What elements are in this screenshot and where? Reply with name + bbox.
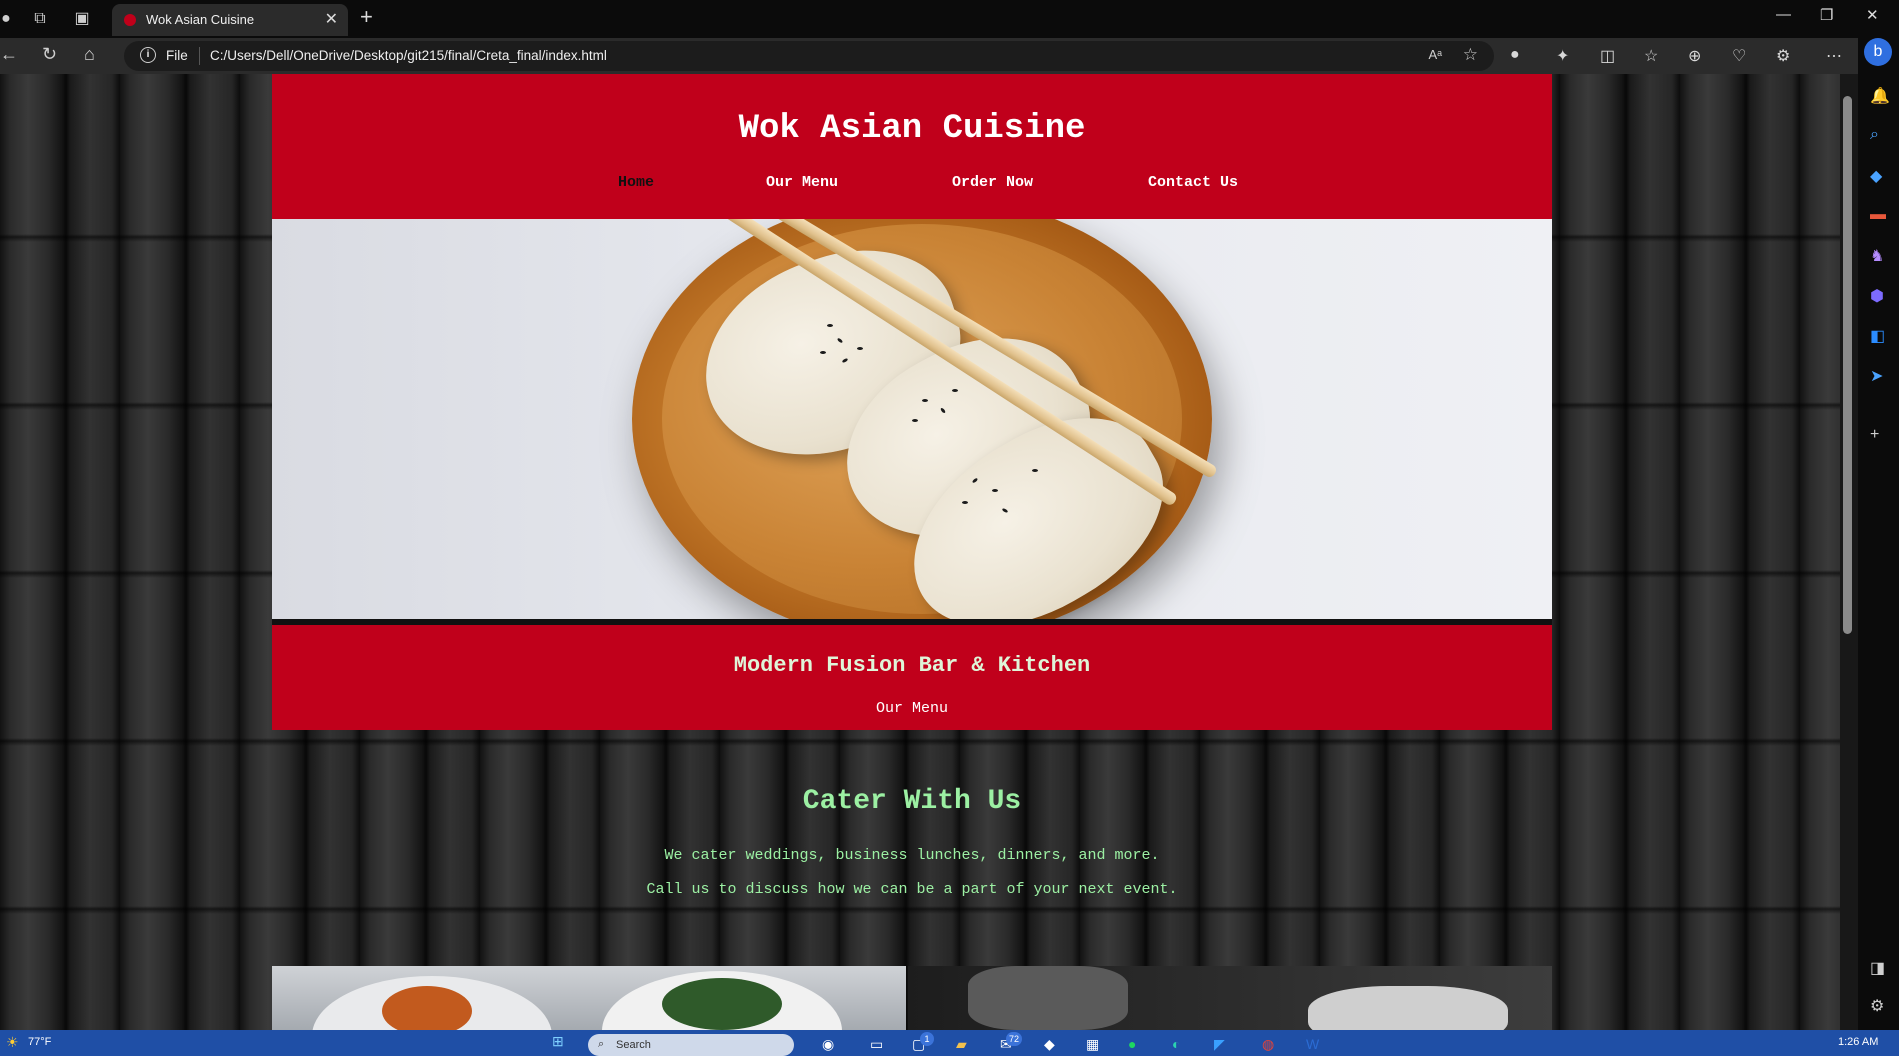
tagline-band: Modern Fusion Bar & Kitchen Our Menu — [272, 625, 1552, 730]
browser-tab-bar: ● ⧉ ▣ Wok Asian Cuisine ✕ + — ❐ ✕ — [0, 0, 1899, 38]
close-window-icon[interactable]: ✕ — [1866, 6, 1879, 24]
spotify-icon[interactable]: ● — [1128, 1036, 1136, 1052]
tools-icon[interactable]: ▬ — [1870, 206, 1886, 224]
nav-contact-us[interactable]: Contact Us — [1148, 174, 1238, 191]
add-sidebar-app-icon[interactable]: + — [1870, 426, 1879, 444]
nav-our-menu[interactable]: Our Menu — [766, 174, 838, 191]
site-title: Wok Asian Cuisine — [738, 110, 1086, 148]
extensions-icon[interactable]: ✦ — [1556, 46, 1569, 66]
browser-essentials-icon[interactable]: ♡ — [1732, 46, 1746, 66]
word-icon[interactable]: W — [1306, 1036, 1319, 1052]
more-options-icon[interactable]: ⋯ — [1826, 46, 1842, 66]
games-icon[interactable]: ♞ — [1870, 246, 1884, 266]
search-icon: ⌕ — [598, 1038, 605, 1050]
microsoft-365-icon[interactable]: ⬢ — [1870, 286, 1884, 306]
mail-badge: 72 — [1006, 1032, 1023, 1046]
nav-order-now[interactable]: Order Now — [952, 174, 1033, 191]
weather-icon[interactable]: ☀ — [6, 1034, 19, 1051]
new-tab-icon[interactable]: + — [360, 4, 373, 30]
address-bar-row: ← ↻ ⌂ i File C:/Users/Dell/OneDrive/Desk… — [0, 38, 1899, 74]
copilot-icon[interactable]: ◉ — [822, 1036, 834, 1053]
back-icon[interactable]: ← — [0, 44, 18, 65]
weather-temp: 77°F — [28, 1036, 52, 1048]
taskbar-search[interactable]: ⌕ Search — [588, 1034, 794, 1056]
edge-icon[interactable]: ◐ — [1172, 1036, 1180, 1052]
info-icon[interactable]: i — [140, 47, 156, 63]
browser-tab[interactable]: Wok Asian Cuisine ✕ — [112, 4, 348, 36]
sidebar-settings-icon[interactable]: ⚙ — [1870, 996, 1884, 1016]
url-field[interactable]: i File C:/Users/Dell/OneDrive/Desktop/gi… — [124, 41, 1494, 71]
profile-icon[interactable]: ● — [0, 7, 18, 31]
food-bowls-photo — [272, 966, 906, 1030]
favorites-icon[interactable]: ☆ — [1644, 46, 1658, 66]
extensions-puzzle-icon[interactable]: ⚙ — [1776, 46, 1790, 66]
bing-copilot-icon[interactable]: b — [1864, 38, 1892, 66]
home-icon[interactable]: ⌂ — [84, 44, 95, 65]
task-view-icon[interactable]: ▭ — [870, 1036, 883, 1053]
file-explorer-icon[interactable]: ▰ — [956, 1036, 967, 1053]
cater-text-2: Call us to discuss how we can be a part … — [646, 881, 1178, 898]
url-text[interactable]: C:/Users/Dell/OneDrive/Desktop/git215/fi… — [210, 48, 607, 63]
restore-icon[interactable]: ❐ — [1820, 6, 1833, 24]
windows-taskbar: ☀ 77°F ⊞ ⌕ Search ◉ ▭ ▢ 1 ▰ ✉ 72 ◆ ▦ ● ◐… — [0, 1030, 1899, 1056]
tab-actions-icon[interactable]: ▣ — [70, 7, 94, 31]
read-aloud-icon[interactable]: Aᵃ — [1428, 47, 1442, 62]
clock: 1:26 AM — [1838, 1036, 1879, 1048]
hide-sidebar-icon[interactable]: ◨ — [1870, 958, 1885, 978]
copilot-dot-icon[interactable]: ● — [1510, 46, 1520, 64]
notification-badge: 1 — [920, 1032, 934, 1046]
site-favicon-icon — [124, 14, 136, 26]
tagline: Modern Fusion Bar & Kitchen — [733, 653, 1091, 678]
close-tab-icon[interactable]: ✕ — [325, 9, 338, 29]
page-viewport: Wok Asian Cuisine Home Our Menu Order No… — [0, 74, 1840, 1030]
favorite-star-icon[interactable]: ☆ — [1463, 45, 1478, 65]
hero-image-dumplings — [272, 219, 1552, 619]
outlook-icon[interactable]: ◧ — [1870, 326, 1885, 346]
cater-heading: Cater With Us — [802, 786, 1022, 817]
drop-icon[interactable]: ➤ — [1870, 366, 1883, 386]
store-icon[interactable]: ▦ — [1086, 1036, 1099, 1053]
split-screen-icon[interactable]: ◫ — [1600, 46, 1615, 66]
url-scheme-label: File — [166, 48, 188, 63]
cater-text-1: We cater weddings, business lunches, din… — [664, 847, 1160, 864]
tab-title: Wok Asian Cuisine — [146, 12, 255, 27]
collections-icon[interactable]: ⊕ — [1688, 46, 1701, 66]
photo-row — [272, 966, 1552, 1030]
start-windows-icon[interactable]: ⊞ — [552, 1033, 564, 1050]
site-header: Wok Asian Cuisine Home Our Menu Order No… — [272, 74, 1552, 219]
visual-studio-icon[interactable]: ◆ — [1044, 1036, 1055, 1053]
scrollbar-thumb[interactable] — [1843, 96, 1852, 634]
site-container: Wok Asian Cuisine Home Our Menu Order No… — [272, 74, 1552, 1030]
url-separator — [199, 47, 200, 65]
minimize-icon[interactable]: — — [1776, 6, 1791, 23]
notifications-icon[interactable]: 🔔 — [1870, 86, 1890, 106]
edge-sidebar: b 🔔 ⌕ ◆ ▬ ♞ ⬢ ◧ ➤ + ◨ ⚙ — [1858, 38, 1899, 1030]
vscode-icon[interactable]: ◤ — [1214, 1036, 1225, 1053]
nav-home[interactable]: Home — [618, 174, 654, 191]
shopping-tag-icon[interactable]: ◆ — [1870, 166, 1882, 186]
search-icon[interactable]: ⌕ — [1870, 126, 1879, 144]
workspaces-icon[interactable]: ⧉ — [28, 7, 52, 31]
chrome-icon[interactable]: ◍ — [1262, 1036, 1274, 1053]
our-menu-link[interactable]: Our Menu — [272, 700, 1552, 717]
refresh-icon[interactable]: ↻ — [42, 44, 57, 65]
taskbar-search-placeholder: Search — [616, 1039, 651, 1051]
chef-photo — [908, 966, 1552, 1030]
cater-section: Cater With Us We cater weddings, busines… — [272, 730, 1552, 907]
